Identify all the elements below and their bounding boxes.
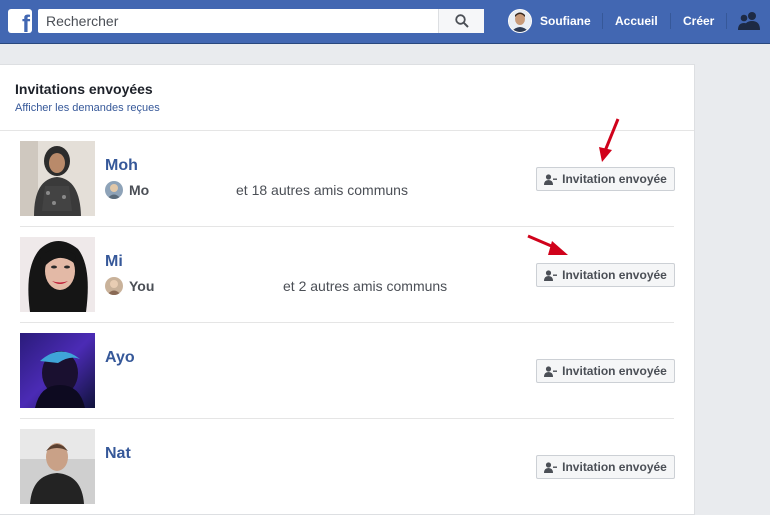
- profile-name[interactable]: Soufiane: [540, 14, 591, 28]
- annotation-arrow-icon: [527, 234, 568, 255]
- list-item: Nat Invitation envoyée: [0, 419, 694, 515]
- add-friend-icon: [544, 173, 558, 185]
- search-input[interactable]: [38, 9, 438, 33]
- annotation-arrow-icon: [599, 118, 620, 162]
- add-friend-icon: [544, 461, 558, 473]
- mutual-friend-avatar[interactable]: [105, 277, 123, 295]
- profile-photo[interactable]: [20, 333, 95, 408]
- profile-name[interactable]: Mi: [105, 253, 123, 271]
- add-friend-icon: [544, 365, 558, 377]
- mutual-friends: Mo et 18 autres amis communs: [105, 181, 435, 199]
- mutual-friend-name[interactable]: You: [129, 278, 154, 294]
- add-friend-icon: [544, 269, 558, 281]
- invitation-sent-label: Invitation envoyée: [562, 172, 667, 186]
- search-button[interactable]: [438, 9, 484, 33]
- top-navigation-bar: f Soufiane Accueil Créer: [0, 0, 770, 44]
- sent-invitations-panel: Invitations envoyées Afficher les demand…: [0, 64, 695, 515]
- profile-name[interactable]: Ayo: [105, 349, 135, 367]
- search-box: [38, 9, 484, 33]
- nav-divider: [602, 13, 603, 29]
- profile-photo[interactable]: [20, 141, 95, 216]
- list-item: Moh Mo et 18 autres amis communs Invitat…: [0, 118, 694, 227]
- profile-name[interactable]: Nat: [105, 445, 131, 463]
- nav-divider: [670, 13, 671, 29]
- profile-name[interactable]: Moh: [105, 157, 138, 175]
- mutual-friends-count[interactable]: et 2 autres amis communs: [283, 278, 447, 294]
- invitation-sent-label: Invitation envoyée: [562, 268, 667, 282]
- invitation-sent-label: Invitation envoyée: [562, 460, 667, 474]
- list-item: Ayo Invitation envoyée: [0, 323, 694, 419]
- invitation-sent-label: Invitation envoyée: [562, 364, 667, 378]
- create-link[interactable]: Créer: [683, 14, 714, 28]
- home-link[interactable]: Accueil: [615, 14, 658, 28]
- panel-title: Invitations envoyées: [15, 81, 153, 97]
- profile-photo[interactable]: [20, 429, 95, 504]
- profile-link[interactable]: Soufiane: [508, 9, 591, 33]
- mutual-friends-count[interactable]: et 18 autres amis communs: [236, 182, 408, 198]
- invitation-sent-button[interactable]: Invitation envoyée: [536, 359, 675, 383]
- view-received-requests-link[interactable]: Afficher les demandes reçues: [15, 102, 160, 114]
- mutual-friend-avatar[interactable]: [105, 181, 123, 199]
- invitation-sent-button[interactable]: Invitation envoyée: [536, 263, 675, 287]
- facebook-logo-icon[interactable]: f: [8, 9, 32, 33]
- invitation-sent-button[interactable]: Invitation envoyée: [536, 455, 675, 479]
- invitation-sent-button[interactable]: Invitation envoyée: [536, 167, 675, 191]
- search-icon: [454, 14, 469, 28]
- profile-photo[interactable]: [20, 237, 95, 312]
- mutual-friend-name[interactable]: Mo: [129, 182, 149, 198]
- list-item: Mi You et 2 autres amis communs Invitati…: [0, 227, 694, 323]
- mutual-friends: You et 2 autres amis communs: [105, 277, 465, 295]
- user-avatar: [508, 9, 532, 33]
- friend-requests-icon[interactable]: [738, 11, 760, 31]
- nav-divider: [726, 13, 727, 29]
